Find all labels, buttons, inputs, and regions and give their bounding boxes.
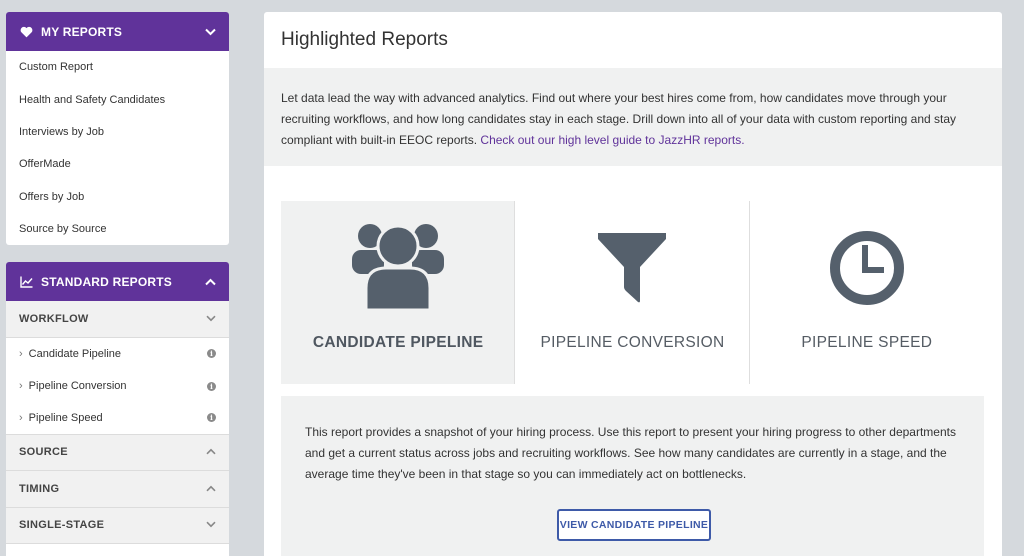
section-label: SINGLE-STAGE: [19, 519, 105, 532]
chevron-right-icon: ›: [19, 347, 23, 360]
my-reports-title: MY REPORTS: [41, 24, 123, 39]
chart-line-icon: [19, 275, 33, 289]
my-reports-list: Custom Report Health and Safety Candidat…: [6, 51, 229, 245]
report-item[interactable]: Interviews by Job: [6, 116, 229, 148]
my-reports-header[interactable]: MY REPORTS: [6, 12, 229, 51]
section-label: SOURCE: [19, 446, 68, 459]
tile-label: PIPELINE CONVERSION: [540, 334, 725, 351]
sub-report-candidate-pipeline[interactable]: › Candidate Pipeline i: [6, 338, 229, 370]
funnel-icon: [598, 223, 667, 313]
standard-reports-title: STANDARD REPORTS: [41, 274, 172, 289]
page-title: Highlighted Reports: [281, 29, 448, 50]
report-description: This report provides a snapshot of your …: [305, 425, 956, 481]
report-item[interactable]: Offers by Job: [6, 181, 229, 213]
tile-label: PIPELINE SPEED: [801, 334, 933, 351]
report-tiles: CANDIDATE PIPELINE PIPELINE CONVERSION P…: [281, 201, 984, 384]
report-item[interactable]: Health and Safety Candidates: [6, 83, 229, 115]
clock-icon: [829, 223, 905, 313]
info-icon[interactable]: i: [207, 413, 216, 423]
workflow-list: › Candidate Pipeline i › Pipeline Conver…: [6, 337, 229, 435]
chevron-up-icon[interactable]: [204, 276, 216, 288]
sub-report-label: Pipeline Conversion: [28, 380, 127, 393]
tile-pipeline-conversion[interactable]: PIPELINE CONVERSION: [515, 201, 750, 384]
report-item[interactable]: Custom Report: [6, 51, 229, 83]
section-single-stage[interactable]: SINGLE-STAGE: [6, 507, 229, 545]
report-item[interactable]: Source by Source: [6, 213, 229, 245]
sub-report-label: Candidate Pipeline: [28, 347, 122, 360]
view-candidate-pipeline-button[interactable]: VIEW CANDIDATE PIPELINE: [557, 509, 711, 541]
standard-reports-panel: STANDARD REPORTS WORKFLOW › Candidate Pi…: [6, 262, 229, 556]
chevron-down-icon: [206, 313, 216, 325]
sub-report-label: Pipeline Speed: [28, 411, 103, 424]
standard-reports-header[interactable]: STANDARD REPORTS: [6, 262, 229, 301]
tile-pipeline-speed[interactable]: PIPELINE SPEED: [750, 201, 984, 384]
tile-label: CANDIDATE PIPELINE: [312, 334, 484, 351]
heart-icon: [19, 25, 33, 39]
report-description-panel: This report provides a snapshot of your …: [281, 396, 984, 556]
chevron-down-icon: [206, 519, 216, 531]
info-icon[interactable]: i: [207, 349, 216, 359]
chevron-right-icon: ›: [19, 411, 23, 424]
info-icon[interactable]: i: [207, 381, 216, 391]
section-label: WORKFLOW: [19, 312, 89, 325]
section-timing[interactable]: TIMING: [6, 471, 229, 508]
section-source[interactable]: SOURCE: [6, 434, 229, 472]
intro-text: Let data lead the way with advanced anal…: [264, 68, 1002, 166]
report-item[interactable]: OfferMade: [6, 148, 229, 180]
my-reports-panel: MY REPORTS Custom Report Health and Safe…: [6, 12, 229, 245]
section-workflow[interactable]: WORKFLOW: [6, 301, 229, 338]
section-label: TIMING: [19, 482, 60, 495]
chevron-right-icon: ›: [19, 380, 23, 393]
sub-report-pipeline-conversion[interactable]: › Pipeline Conversion i: [6, 370, 229, 402]
chevron-down-icon[interactable]: [204, 26, 216, 38]
reports-guide-link[interactable]: Check out our high level guide to JazzHR…: [480, 133, 744, 147]
users-group-icon: [350, 223, 446, 313]
chevron-up-icon: [206, 483, 216, 495]
sub-report-pipeline-speed[interactable]: › Pipeline Speed i: [6, 402, 229, 435]
tile-candidate-pipeline[interactable]: CANDIDATE PIPELINE: [281, 201, 516, 384]
chevron-up-icon: [206, 446, 216, 458]
highlighted-reports-card: Highlighted Reports Let data lead the wa…: [264, 12, 1002, 556]
